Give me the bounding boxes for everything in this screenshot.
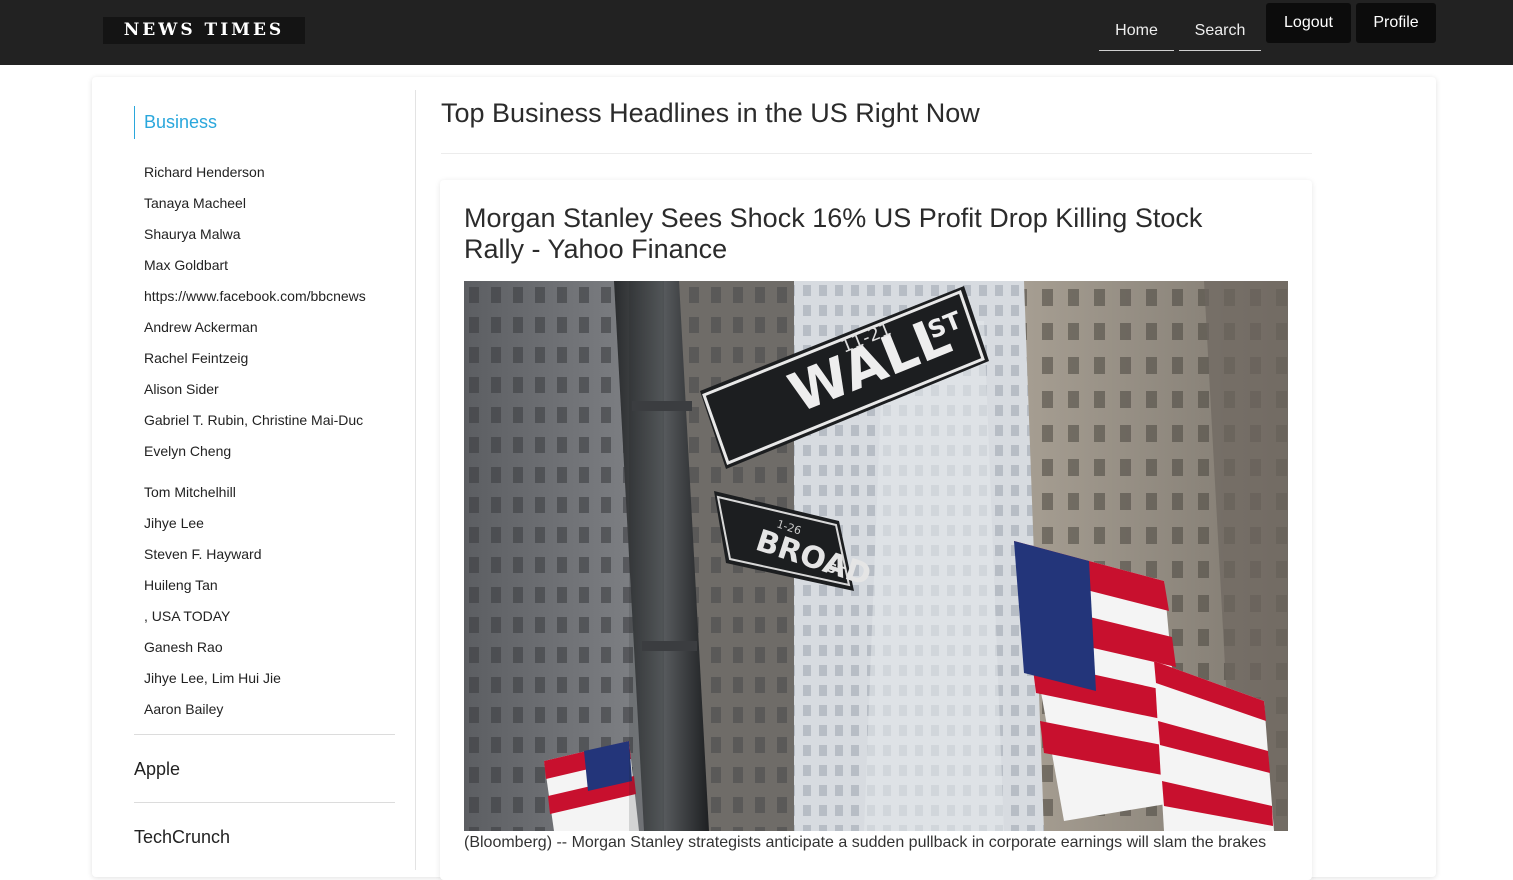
nav-home-link[interactable]: Home [1099, 10, 1174, 51]
author-item[interactable]: Gabriel T. Rubin, Christine Mai-Duc [144, 410, 363, 430]
article-description: (Bloomberg) -- Morgan Stanley strategist… [464, 834, 1267, 851]
category-techcrunch[interactable]: TechCrunch [134, 825, 230, 849]
sidebar-divider [134, 734, 395, 735]
category-sidebar: Business Richard Henderson Tanaya Machee… [134, 90, 416, 870]
author-item[interactable]: Andrew Ackerman [144, 317, 258, 337]
author-item[interactable]: Richard Henderson [144, 162, 265, 182]
author-item[interactable]: Huileng Tan [144, 575, 218, 595]
author-item[interactable]: Rachel Feintzeig [144, 348, 248, 368]
author-item[interactable]: https://www.facebook.com/bbcnews [144, 286, 366, 306]
sidebar-divider [134, 802, 395, 803]
title-divider [441, 153, 1312, 154]
top-navbar: NEWS TIMES Home Search Logout Profile [0, 0, 1513, 65]
page-title: Top Business Headlines in the US Right N… [441, 98, 980, 128]
author-item[interactable]: Shaurya Malwa [144, 224, 241, 244]
article-title[interactable]: Morgan Stanley Sees Shock 16% US Profit … [464, 203, 1264, 265]
author-item[interactable]: Jihye Lee, Lim Hui Jie [144, 668, 281, 688]
author-item[interactable]: Jihye Lee [144, 513, 204, 533]
author-item[interactable]: Ganesh Rao [144, 637, 223, 657]
author-item[interactable]: Tom Mitchelhill [144, 482, 236, 502]
site-logo[interactable]: NEWS TIMES [103, 17, 305, 44]
article-image[interactable]: WALL ST 11-21 BROAD ST 1-26 [464, 281, 1288, 831]
author-item[interactable]: Alison Sider [144, 379, 219, 399]
author-item[interactable]: Max Goldbart [144, 255, 228, 275]
author-item[interactable]: Aaron Bailey [144, 699, 223, 719]
logout-button[interactable]: Logout [1266, 3, 1351, 43]
wall-street-photo: WALL ST 11-21 BROAD ST 1-26 [464, 281, 1288, 831]
nav-search-link[interactable]: Search [1179, 10, 1261, 51]
category-business[interactable]: Business [134, 106, 217, 139]
author-item[interactable]: Tanaya Macheel [144, 193, 246, 213]
category-apple[interactable]: Apple [134, 757, 180, 781]
author-item[interactable]: Evelyn Cheng [144, 441, 231, 461]
author-item[interactable]: Steven F. Hayward [144, 544, 262, 564]
profile-button[interactable]: Profile [1356, 3, 1436, 43]
author-item[interactable]: , USA TODAY [144, 606, 230, 626]
